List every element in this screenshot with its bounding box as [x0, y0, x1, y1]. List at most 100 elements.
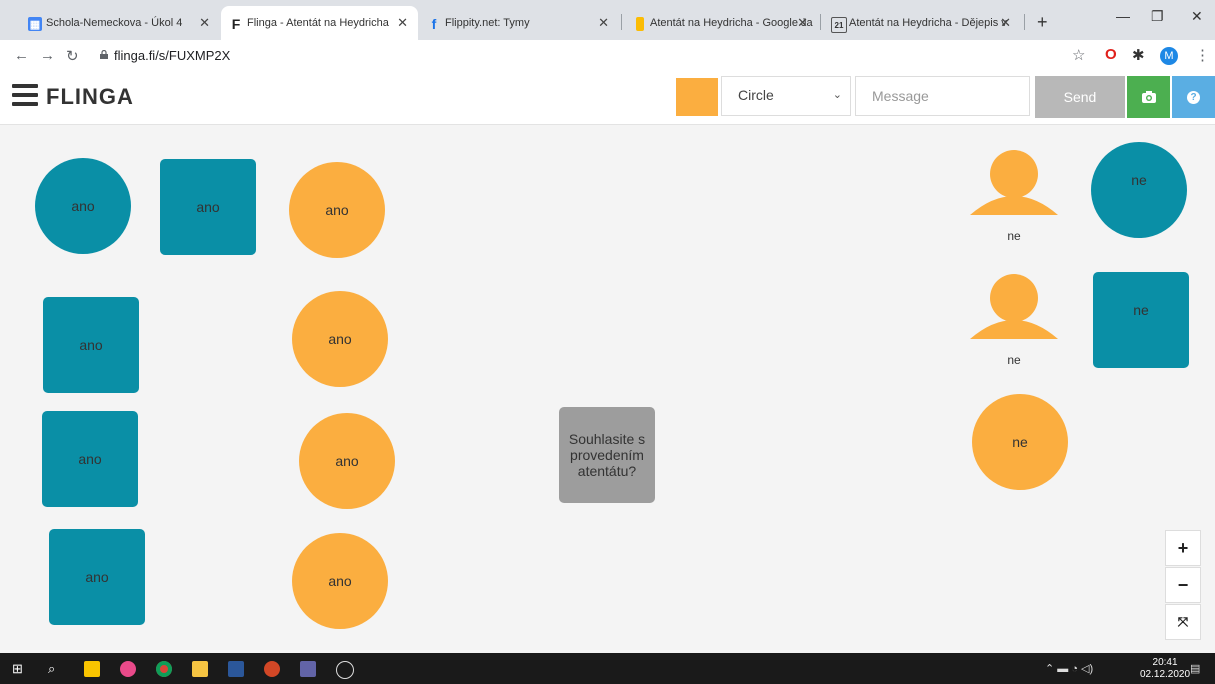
reload-icon[interactable]: ↻: [66, 47, 79, 65]
address-bar[interactable]: flinga.fi/s/FUXMP2X: [114, 48, 230, 63]
forward-arrow-icon[interactable]: →: [40, 47, 55, 64]
zoom-out-button[interactable]: −: [1165, 567, 1201, 603]
minimize-icon[interactable]: —: [1116, 8, 1130, 24]
flinga-header: FLINGA Circle ⌄ Send ?: [0, 72, 1215, 125]
board-item-square[interactable]: ano: [49, 529, 145, 625]
shape-select-value: Circle: [738, 87, 774, 103]
tray-icons[interactable]: ⌃ ▬ ◔ ◁): [1045, 662, 1093, 675]
window-close-icon[interactable]: ✕: [1191, 8, 1203, 25]
board-item-circle[interactable]: ne: [972, 394, 1068, 490]
board-item-square[interactable]: ne: [1093, 272, 1189, 368]
notification-icon[interactable]: ▤: [1190, 662, 1200, 675]
item-text: ne: [1012, 434, 1028, 450]
word-icon[interactable]: [228, 661, 244, 677]
camera-button[interactable]: [1127, 76, 1170, 118]
color-picker-button[interactable]: [676, 78, 718, 116]
help-button[interactable]: ?: [1172, 76, 1215, 118]
board-item-square[interactable]: ano: [42, 411, 138, 507]
item-text: ano: [85, 569, 109, 585]
browser-tab-jamboard[interactable]: Atentát na Heydricha - Google Ja ✕: [624, 6, 818, 40]
item-text: ne: [1007, 353, 1021, 367]
tab-separator: [1024, 14, 1025, 30]
flinga-board: ano ano ano ano ano ano ano ano ano Souh…: [0, 125, 1215, 653]
board-item-square[interactable]: ano: [160, 159, 256, 255]
chevron-down-icon: ⌄: [832, 89, 842, 101]
board-item-circle[interactable]: ano: [289, 162, 385, 258]
person-icon: [970, 150, 1058, 215]
browser-tab-strip: ▦ Schola-Nemeckova - Úkol 4 ✕ F Flinga -…: [0, 0, 1215, 40]
item-text: ano: [335, 453, 359, 469]
person-icon: [970, 274, 1058, 339]
clock-time: 20:41: [1152, 657, 1178, 668]
sticky-notes-icon[interactable]: [84, 661, 100, 677]
item-text: ne: [1131, 172, 1147, 188]
fit-to-screen-button[interactable]: ⤧: [1165, 604, 1201, 640]
browser-tab-schola[interactable]: ▦ Schola-Nemeckova - Úkol 4 ✕: [20, 6, 220, 40]
item-text: ano: [325, 202, 349, 218]
itunes-icon[interactable]: [120, 661, 136, 677]
taskbar-clock[interactable]: 20:41 02.12.2020: [1140, 657, 1190, 681]
calendar-21-icon: 21: [831, 17, 847, 33]
browser-tab-flippity[interactable]: f Flippity.net: Tymy ✕: [419, 6, 619, 40]
tab-title: Atentát na Heydricha - Google Ja: [650, 17, 813, 29]
item-text: ano: [328, 573, 352, 589]
close-icon[interactable]: ✕: [397, 15, 408, 31]
board-item-circle[interactable]: ano: [292, 533, 388, 629]
teams-icon[interactable]: [300, 661, 316, 677]
item-text: ne: [1007, 229, 1021, 243]
close-icon[interactable]: ✕: [598, 15, 609, 31]
tab-title: Schola-Nemeckova - Úkol 4: [46, 17, 183, 29]
search-icon[interactable]: ⌕: [48, 661, 64, 677]
item-text: ne: [1133, 302, 1149, 318]
tab-title: Atentát na Heydricha - Dějepis v: [849, 17, 1007, 29]
board-item-circle[interactable]: ano: [292, 291, 388, 387]
bookmark-star-icon[interactable]: ☆: [1072, 46, 1085, 64]
board-item-square[interactable]: ano: [43, 297, 139, 393]
menu-dots-icon[interactable]: ⋮: [1195, 46, 1210, 64]
flippity-icon: f: [431, 16, 437, 32]
windows-taskbar: ⊞ ⌕ ⌃ ▬ ◔ ◁) 20:41 02.12.2020 ▤: [0, 653, 1215, 684]
tab-separator: [621, 14, 622, 30]
camera-icon: [1141, 91, 1156, 103]
new-tab-plus-icon[interactable]: +: [1037, 12, 1048, 33]
obs-icon[interactable]: [336, 661, 354, 679]
flinga-icon: F: [231, 16, 241, 32]
extensions-puzzle-icon[interactable]: ✱: [1132, 46, 1145, 64]
zoom-in-button[interactable]: +: [1165, 530, 1201, 566]
board-item-question[interactable]: Souhlasite s provedením atentátu?: [559, 407, 655, 503]
windows-start-icon[interactable]: ⊞: [12, 661, 28, 677]
lock-icon: [100, 50, 108, 59]
close-icon[interactable]: ✕: [1000, 15, 1011, 31]
flinga-logo: FLINGA: [46, 84, 134, 109]
shape-select[interactable]: Circle ⌄: [721, 76, 851, 116]
tab-title: Flippity.net: Tymy: [445, 17, 530, 29]
close-icon[interactable]: ✕: [797, 15, 808, 31]
hamburger-menu-icon[interactable]: [12, 84, 38, 106]
browser-tab-dejepis[interactable]: 21 Atentát na Heydricha - Dějepis v ✕: [823, 6, 1021, 40]
close-icon[interactable]: ✕: [199, 15, 210, 31]
chrome-icon[interactable]: [156, 661, 172, 677]
tab-title: Flinga - Atentát na Heydricha: [247, 17, 389, 29]
opera-extension-icon[interactable]: O: [1105, 46, 1117, 63]
browser-toolbar: ← → ↻ flinga.fi/s/FUXMP2X ☆ O ✱ M ⋮: [0, 40, 1215, 72]
send-button[interactable]: Send: [1035, 76, 1125, 118]
back-arrow-icon[interactable]: ←: [14, 47, 29, 64]
calendar-icon: ▦: [28, 17, 42, 31]
powerpoint-icon[interactable]: [264, 661, 280, 677]
board-item-person[interactable]: ne: [970, 147, 1058, 243]
board-item-person[interactable]: ne: [970, 271, 1058, 367]
clock-date: 02.12.2020: [1140, 669, 1191, 680]
browser-tab-flinga[interactable]: F Flinga - Atentát na Heydricha ✕: [221, 6, 418, 40]
file-explorer-icon[interactable]: [192, 661, 208, 677]
help-question-icon: ?: [1187, 90, 1200, 104]
message-input[interactable]: [855, 76, 1030, 116]
item-text: ano: [328, 331, 352, 347]
board-item-circle[interactable]: ne: [1091, 142, 1187, 238]
tab-separator: [820, 14, 821, 30]
item-text: Souhlasite s provedením atentátu?: [568, 431, 646, 479]
board-item-circle[interactable]: ano: [35, 158, 131, 254]
profile-avatar[interactable]: M: [1160, 47, 1178, 65]
board-item-circle[interactable]: ano: [299, 413, 395, 509]
item-text: ano: [79, 337, 103, 353]
restore-icon[interactable]: ❐: [1151, 8, 1164, 25]
